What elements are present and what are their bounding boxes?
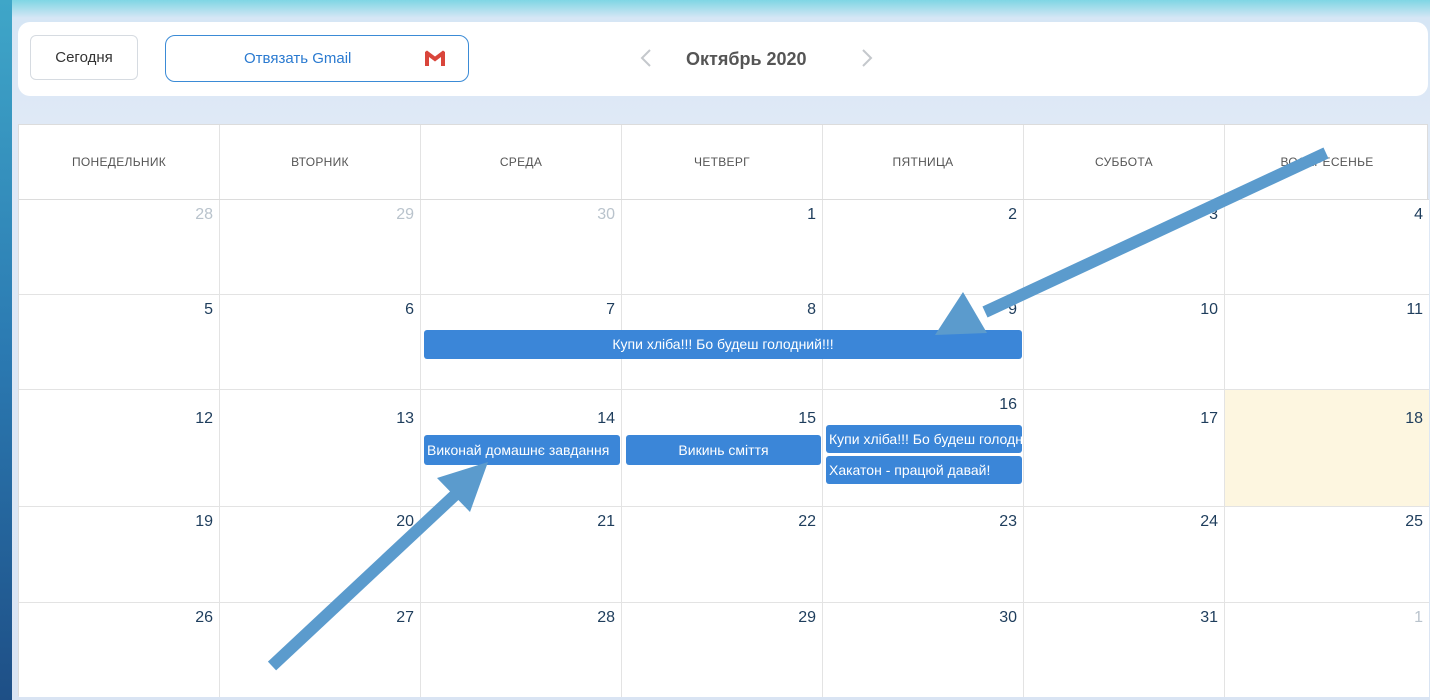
day-cell[interactable]: 19 (19, 507, 220, 603)
day-cell[interactable]: 23 (823, 507, 1024, 603)
day-cell[interactable]: 11 (1225, 295, 1429, 390)
day-number: 14 (597, 410, 615, 427)
weekday-header: ПЯТНИЦА (823, 125, 1024, 199)
day-cell[interactable]: 10 (1024, 295, 1225, 390)
day-number: 23 (999, 513, 1017, 530)
day-cell[interactable]: 3 (1024, 200, 1225, 295)
day-number: 16 (999, 396, 1017, 413)
day-cell[interactable]: 30 (421, 200, 622, 295)
day-number: 27 (396, 609, 414, 626)
day-cell[interactable]: 22 (622, 507, 823, 603)
day-number: 6 (405, 301, 414, 318)
weekday-header: ВОСКРЕСЕНЬЕ (1280, 155, 1374, 169)
calendar-event[interactable]: Виконай домашнє завдання (424, 435, 620, 465)
day-number: 29 (396, 206, 414, 223)
day-cell[interactable]: 26 (19, 603, 220, 697)
day-number: 28 (597, 609, 615, 626)
day-cell[interactable]: 28 (19, 200, 220, 295)
calendar-toolbar: Сегодня Отвязать Gmail Октябрь 2020 (18, 22, 1428, 96)
day-number: 11 (1406, 301, 1423, 318)
day-cell[interactable]: 24 (1024, 507, 1225, 603)
day-number: 9 (1008, 301, 1017, 318)
unlink-gmail-button[interactable]: Отвязать Gmail (165, 35, 469, 82)
calendar-event[interactable]: Купи хліба!!! Бо будеш голодний!!! (826, 425, 1022, 453)
day-cell[interactable]: 13 (220, 390, 421, 507)
day-cell[interactable]: 1 (622, 200, 823, 295)
day-number: 19 (195, 513, 213, 530)
day-cell[interactable]: 29 (622, 603, 823, 697)
day-number: 26 (195, 609, 213, 626)
unlink-gmail-label: Отвязать Gmail (244, 50, 352, 67)
day-number: 1 (1414, 609, 1423, 626)
day-cell[interactable]: 28 (421, 603, 622, 697)
day-number: 20 (396, 513, 414, 530)
day-number: 30 (999, 609, 1017, 626)
left-accent-bar (0, 0, 12, 700)
day-cell[interactable]: 29 (220, 200, 421, 295)
day-number: 8 (807, 301, 816, 318)
day-number: 28 (195, 206, 213, 223)
day-number: 2 (1008, 206, 1017, 223)
day-number: 7 (606, 301, 615, 318)
day-cell-today[interactable]: 18 (1225, 390, 1429, 507)
weekday-header: ПОНЕДЕЛЬНИК (19, 125, 220, 199)
weekday-header: ВТОРНИК (220, 125, 421, 199)
calendar-event[interactable]: Викинь сміття (626, 435, 821, 465)
month-title: Октябрь 2020 (686, 49, 807, 69)
day-cell[interactable]: 6 (220, 295, 421, 390)
day-number: 25 (1405, 513, 1423, 530)
day-number: 22 (798, 513, 816, 530)
day-number: 31 (1200, 609, 1218, 626)
day-cell[interactable]: 25 (1225, 507, 1429, 603)
day-cell[interactable]: 27 (220, 603, 421, 697)
day-cell[interactable]: 21 (421, 507, 622, 603)
weekday-header: СРЕДА (421, 125, 622, 199)
day-cell[interactable]: 30 (823, 603, 1024, 697)
calendar-event[interactable]: Хакатон - працюй давай! (826, 456, 1022, 484)
day-cell[interactable]: 12 (19, 390, 220, 507)
day-cell[interactable]: 5 (19, 295, 220, 390)
day-number: 18 (1405, 410, 1423, 427)
calendar-event[interactable]: Купи хліба!!! Бо будеш голодний!!! (424, 330, 1022, 359)
month-calendar: ПОНЕДЕЛЬНИК ВТОРНИК СРЕДА ЧЕТВЕРГ ПЯТНИЦ… (18, 124, 1429, 697)
day-number: 17 (1200, 410, 1218, 427)
day-number: 1 (807, 206, 816, 223)
day-number: 29 (798, 609, 816, 626)
day-number: 5 (204, 301, 213, 318)
day-cell[interactable]: 4 (1225, 200, 1429, 295)
weekday-header: СУББОТА (1024, 125, 1225, 199)
day-number: 12 (195, 410, 213, 427)
day-number: 13 (396, 410, 414, 427)
gmail-icon (425, 50, 445, 66)
day-number: 15 (798, 410, 816, 427)
day-cell[interactable]: 17 (1024, 390, 1225, 507)
day-cell[interactable]: 31 (1024, 603, 1225, 697)
chevron-left-icon[interactable] (636, 42, 656, 74)
day-number: 3 (1209, 206, 1218, 223)
day-number: 4 (1414, 206, 1423, 223)
day-number: 24 (1200, 513, 1218, 530)
day-cell[interactable]: 2 (823, 200, 1024, 295)
day-number: 21 (597, 513, 615, 530)
day-number: 30 (597, 206, 615, 223)
day-cell[interactable]: 1 (1225, 603, 1429, 697)
weekday-header-row: ПОНЕДЕЛЬНИК ВТОРНИК СРЕДА ЧЕТВЕРГ ПЯТНИЦ… (19, 125, 1429, 200)
chevron-right-icon[interactable] (857, 42, 877, 74)
weekday-header: ЧЕТВЕРГ (622, 125, 823, 199)
day-cell[interactable]: 20 (220, 507, 421, 603)
today-button[interactable]: Сегодня (30, 35, 138, 80)
day-number: 10 (1200, 301, 1218, 318)
